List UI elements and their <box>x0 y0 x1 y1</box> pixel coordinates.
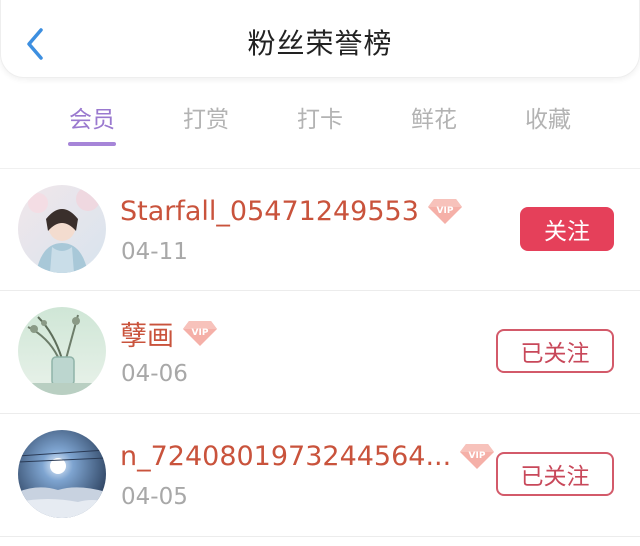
avatar[interactable] <box>18 307 106 395</box>
vip-diamond-icon: VIP <box>183 321 217 346</box>
list-item[interactable]: 孽画 VIP 04-06 已关注 <box>0 291 640 414</box>
page-title: 粉丝荣誉榜 <box>247 27 393 60</box>
fan-date: 04-11 <box>121 239 188 265</box>
fan-date: 04-06 <box>121 361 188 387</box>
avatar-image <box>18 307 106 395</box>
fan-date: 04-05 <box>121 484 188 510</box>
tab-checkin[interactable]: 打卡 <box>280 100 360 134</box>
vip-badge-text: VIP <box>192 328 209 338</box>
tab-flowers[interactable]: 鲜花 <box>394 100 474 134</box>
avatar-image <box>18 430 106 518</box>
fan-name[interactable]: Starfall_05471249553 <box>120 196 419 227</box>
follow-button[interactable]: 关注 <box>520 207 614 251</box>
fan-name[interactable]: 孽画 <box>120 314 174 353</box>
name-line: n_7240801973244564... VIP <box>120 438 495 474</box>
list-item[interactable]: Starfall_05471249553 VIP 04-11 关注 <box>0 168 640 291</box>
following-button[interactable]: 已关注 <box>496 329 614 373</box>
name-line: Starfall_05471249553 VIP <box>120 193 463 229</box>
following-button[interactable]: 已关注 <box>496 452 614 496</box>
vip-badge-text: VIP <box>436 206 453 216</box>
active-tab-indicator <box>68 142 116 146</box>
avatar[interactable] <box>18 185 106 273</box>
vip-badge-text: VIP <box>469 451 486 461</box>
tab-favorites[interactable]: 收藏 <box>508 100 588 134</box>
vip-diamond-icon: VIP <box>427 199 462 224</box>
tab-members[interactable]: 会员 <box>52 100 132 134</box>
list-item[interactable]: n_7240801973244564... VIP 04-05 已关注 <box>0 414 640 537</box>
avatar[interactable] <box>18 430 106 518</box>
top-bar: 粉丝荣誉榜 <box>0 0 640 78</box>
vip-diamond-icon: VIP <box>460 444 495 469</box>
tab-tips[interactable]: 打赏 <box>166 100 246 134</box>
fan-list: Starfall_05471249553 VIP 04-11 关注 孽画 VIP… <box>0 168 640 537</box>
tab-bar: 会员 打赏 打卡 鲜花 收藏 <box>0 90 640 150</box>
name-line: 孽画 VIP <box>120 314 218 353</box>
fan-name[interactable]: n_7240801973244564... <box>120 441 451 472</box>
avatar-image <box>18 185 106 273</box>
